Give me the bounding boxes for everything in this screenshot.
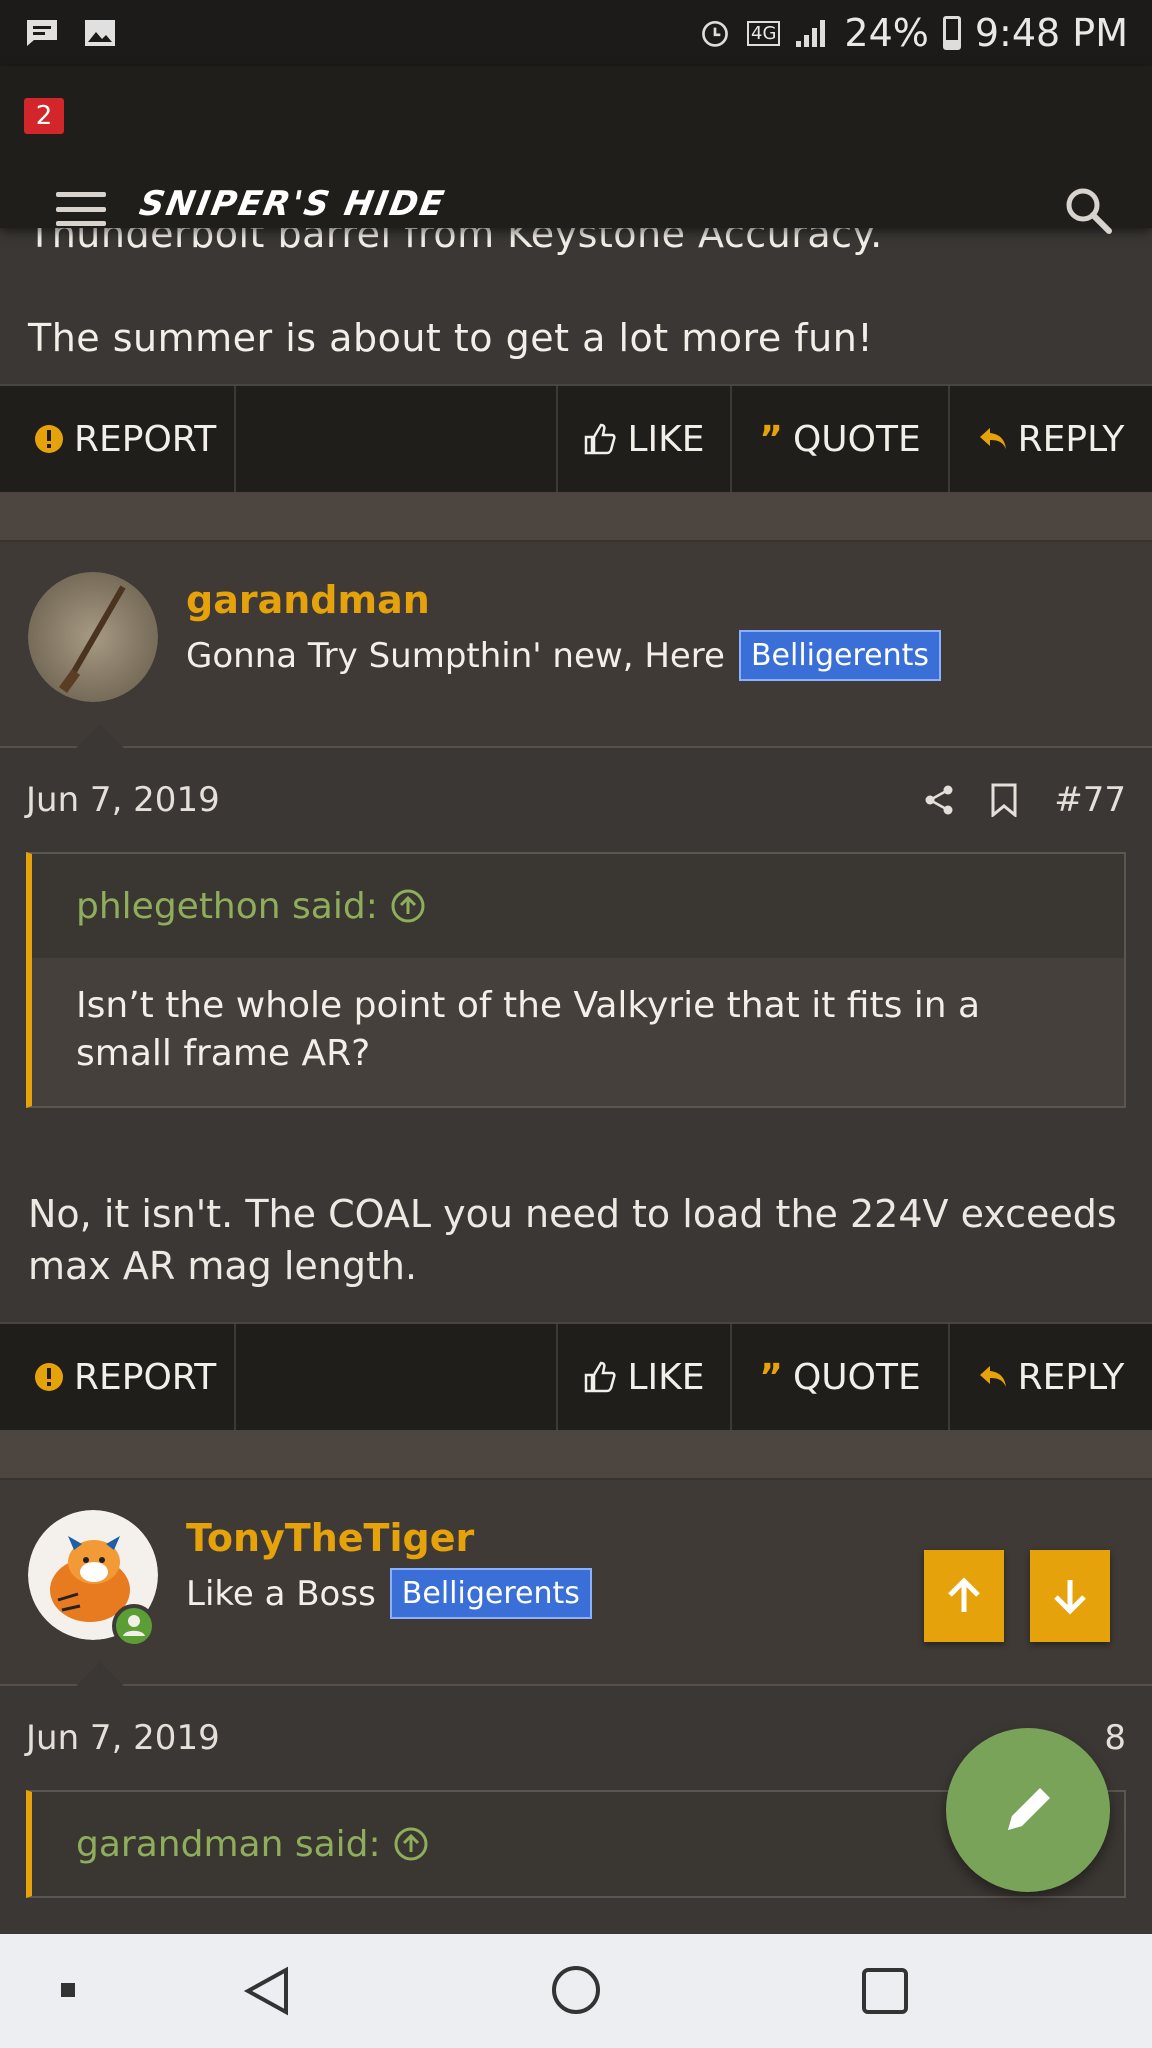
reply-icon [979, 1366, 1006, 1387]
quote-icon: ” [759, 1356, 783, 1398]
post-date[interactable]: Jun 7, 2019 [26, 780, 220, 820]
warning-icon [35, 425, 63, 453]
quote-header[interactable]: phlegethon said: [32, 854, 1124, 958]
action-spacer [236, 386, 558, 492]
search-icon[interactable] [1062, 184, 1114, 236]
like-button[interactable]: LIKE [558, 1324, 732, 1430]
role-badge[interactable]: Belligerents [389, 1568, 592, 1619]
clock: 9:48 PM [974, 11, 1128, 55]
post-body: No, it isn't. The COAL you need to load … [28, 1192, 1117, 1288]
scroll-down-button[interactable] [1030, 1550, 1110, 1642]
post-meta-actions: #77 [924, 748, 1126, 852]
signal-icon [796, 20, 826, 47]
post-number[interactable]: 8 [1104, 1718, 1126, 1758]
post-user-header: TonyTheTiger Like a Boss Belligerents [0, 1480, 1152, 1686]
post-actions: REPORT LIKE ” QUOTE REPLY [0, 1322, 1152, 1432]
like-label: LIKE [627, 418, 705, 460]
image-icon [85, 20, 115, 46]
site-header: 2 SNIPER'S HIDE [0, 66, 1152, 234]
report-label: REPORT [74, 1356, 217, 1398]
thumbs-up-icon [585, 1361, 617, 1393]
like-label: LIKE [627, 1356, 705, 1398]
pointer-arrow [76, 1662, 124, 1686]
thread-content: Thunderbolt barrel from Keystone Accurac… [0, 212, 1152, 1898]
quote-block: phlegethon said: Isn’t the whole point o… [26, 852, 1126, 1108]
recents-icon[interactable] [860, 1966, 910, 2016]
quote-label: QUOTE [792, 418, 921, 460]
bookmark-icon[interactable] [990, 783, 1018, 817]
quote-label: QUOTE [792, 1356, 921, 1398]
user-title-text: Gonna Try Sumpthin' new, Here [186, 635, 725, 676]
report-label: REPORT [74, 418, 217, 460]
user-title-text: Like a Boss [186, 1573, 376, 1614]
post-separator [0, 1432, 1152, 1480]
online-status-icon [112, 1604, 156, 1648]
arrow-down-icon [1054, 1580, 1086, 1615]
reply-button[interactable]: REPLY [950, 1324, 1152, 1430]
avatar[interactable] [28, 572, 158, 702]
dot-icon [61, 1983, 75, 1997]
post-text-line: The summer is about to get a lot more fu… [28, 316, 874, 360]
user-title: Gonna Try Sumpthin' new, Here Belligeren… [186, 630, 942, 681]
back-icon[interactable] [242, 1964, 292, 2018]
battery-icon [942, 16, 961, 50]
battery-percent: 24% [844, 11, 929, 55]
username[interactable]: garandman [186, 578, 430, 622]
reply-label: REPLY [1017, 418, 1125, 460]
quote-author: garandman said: [76, 1823, 381, 1865]
arrow-up-circle-icon[interactable] [393, 1826, 429, 1862]
quote-icon: ” [759, 418, 783, 460]
share-icon[interactable] [924, 784, 954, 816]
scroll-up-button[interactable] [924, 1550, 1004, 1642]
status-bar: 4G 24% 9:48 PM [0, 0, 1152, 66]
quote-button[interactable]: ” QUOTE [732, 1324, 950, 1430]
post-meta-actions: 8 [1104, 1686, 1126, 1790]
arrow-up-circle-icon[interactable] [390, 888, 426, 924]
reply-label: REPLY [1017, 1356, 1125, 1398]
username[interactable]: TonyTheTiger [186, 1516, 474, 1560]
arrow-up-icon [948, 1577, 980, 1612]
quote-text: Isn’t the whole point of the Valkyrie th… [32, 958, 1124, 1106]
post-actions: REPORT LIKE ” QUOTE REPLY [0, 384, 1152, 494]
thumbs-up-icon [585, 423, 617, 455]
quote-author: phlegethon said: [76, 885, 378, 927]
message-icon [27, 20, 57, 46]
like-button[interactable]: LIKE [558, 386, 732, 492]
post-meta: Jun 7, 2019 #77 [0, 748, 1152, 852]
report-button[interactable]: REPORT [0, 1324, 236, 1430]
role-badge[interactable]: Belligerents [738, 630, 942, 681]
network-type-icon: 4G [747, 20, 781, 46]
system-nav-bar [0, 1934, 1152, 2048]
notification-badge[interactable]: 2 [24, 98, 64, 134]
warning-icon [35, 1363, 63, 1391]
post-separator [0, 494, 1152, 542]
menu-icon[interactable] [56, 192, 106, 226]
post-date[interactable]: Jun 7, 2019 [26, 1718, 220, 1758]
post-number[interactable]: #77 [1054, 780, 1126, 820]
pencil-icon [1008, 1788, 1050, 1830]
reply-button[interactable]: REPLY [950, 386, 1152, 492]
compose-button[interactable] [946, 1728, 1110, 1892]
site-logo[interactable]: SNIPER'S HIDE [136, 184, 448, 224]
user-title: Like a Boss Belligerents [186, 1568, 592, 1619]
quote-button[interactable]: ” QUOTE [732, 386, 950, 492]
action-spacer [236, 1324, 558, 1430]
alarm-icon [702, 20, 728, 47]
pointer-arrow [76, 724, 124, 748]
report-button[interactable]: REPORT [0, 386, 236, 492]
home-icon[interactable] [550, 1964, 602, 2016]
post-user-header: garandman Gonna Try Sumpthin' new, Here … [0, 542, 1152, 748]
reply-icon [979, 428, 1006, 449]
